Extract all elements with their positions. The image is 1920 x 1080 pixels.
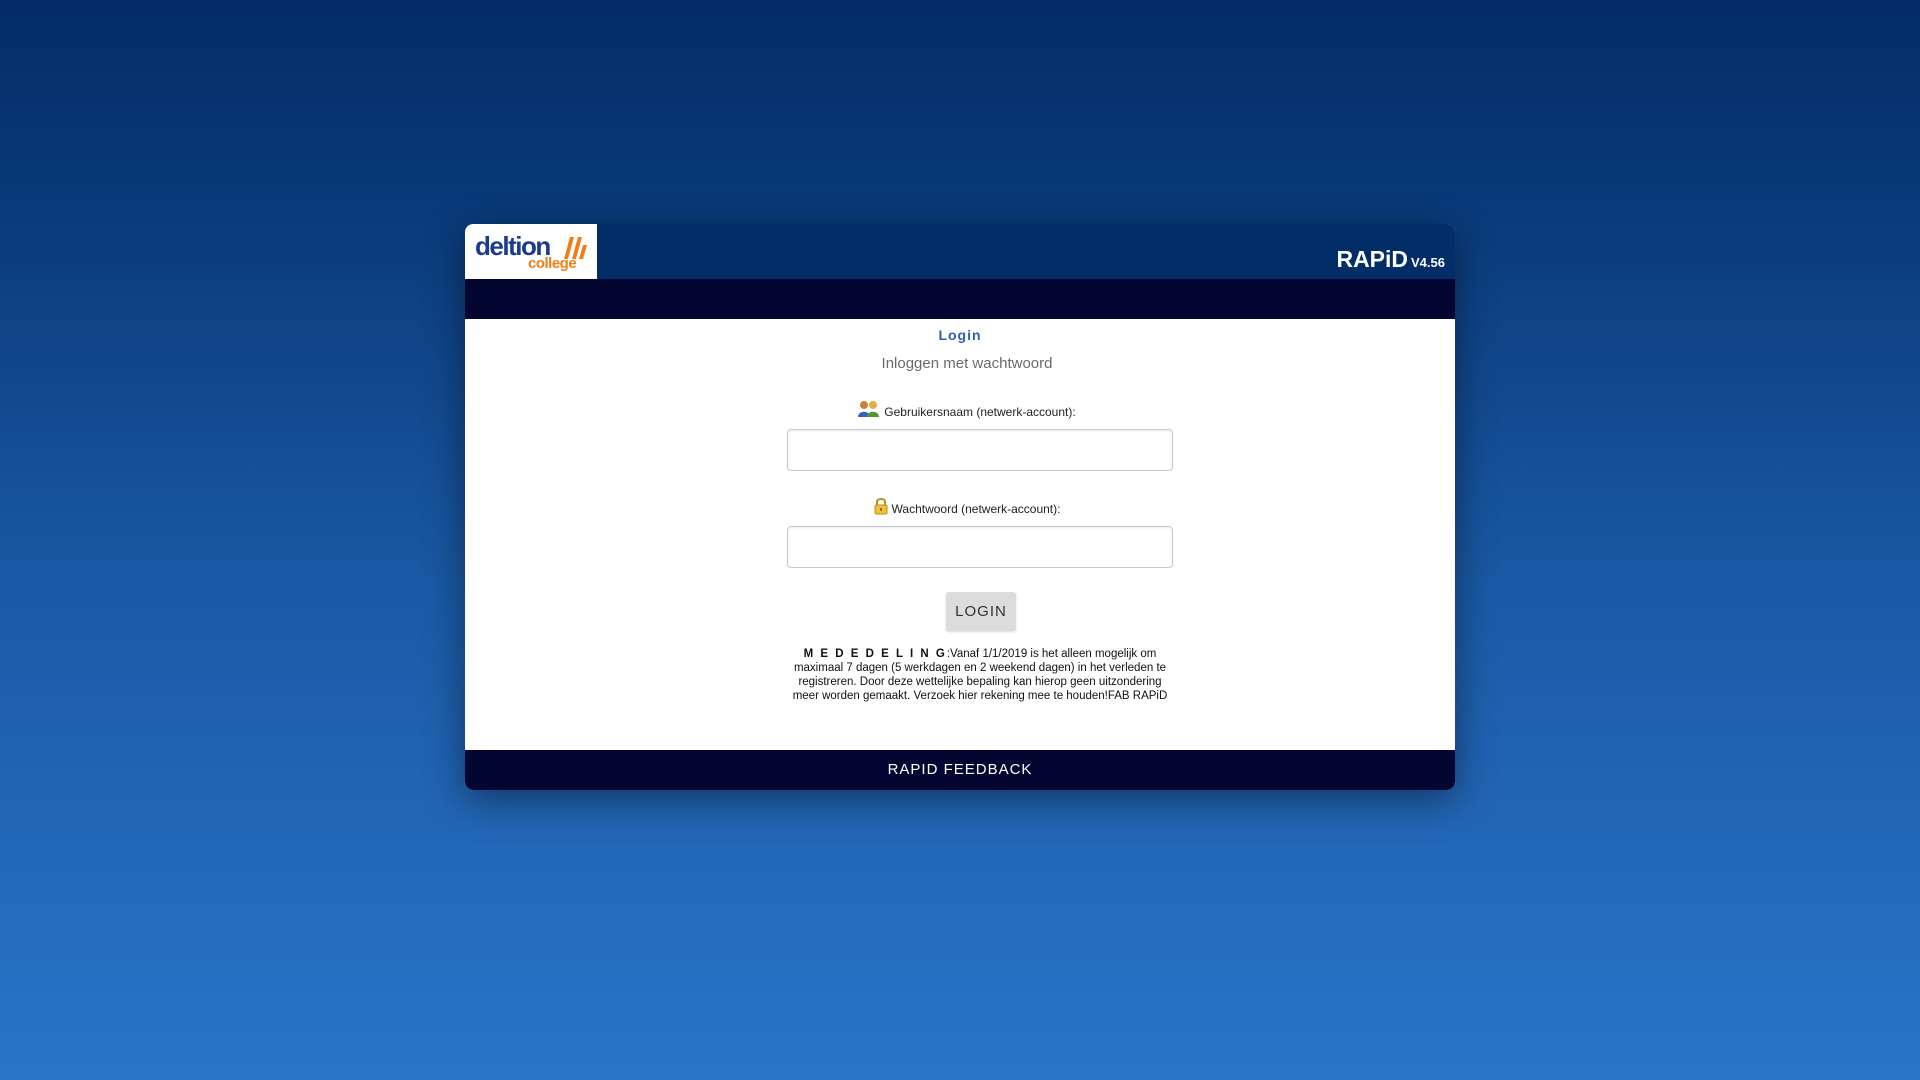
users-icon xyxy=(858,400,880,421)
app-name: RAPiD xyxy=(1336,246,1409,272)
password-label-row: Wachtwoord (netwerk-account): xyxy=(465,497,1455,518)
login-title: Login xyxy=(938,327,982,343)
notice-prefix: M E D E D E L I N G xyxy=(803,648,947,660)
notice-text: M E D E D E L I N G:Vanaf 1/1/2019 is he… xyxy=(787,647,1173,703)
nav-bar xyxy=(465,279,1455,319)
app-version: V4.56 xyxy=(1411,255,1445,270)
login-subtitle: Inloggen met wachtwoord xyxy=(881,355,1053,372)
password-input[interactable] xyxy=(787,526,1173,568)
logo-graphic: deltion college xyxy=(475,233,587,271)
lock-icon xyxy=(874,497,888,518)
app-header: deltion college RAPiD V4.56 xyxy=(465,224,1455,279)
username-label: Gebruikersnaam (netwerk-account): xyxy=(884,405,1076,419)
app-title: RAPiD V4.56 xyxy=(1336,246,1445,276)
username-input[interactable] xyxy=(787,429,1173,471)
deltion-logo[interactable]: deltion college xyxy=(465,224,597,279)
login-panel: deltion college RAPiD V4.56 Login Inlogge… xyxy=(465,224,1455,790)
rapid-feedback-link[interactable]: RAPID FEEDBACK xyxy=(465,750,1455,790)
login-button[interactable]: LOGIN xyxy=(946,592,1016,631)
logo-word-college: college xyxy=(528,255,577,272)
username-label-row: Gebruikersnaam (netwerk-account): xyxy=(465,400,1455,421)
password-label: Wachtwoord (netwerk-account): xyxy=(891,502,1061,516)
